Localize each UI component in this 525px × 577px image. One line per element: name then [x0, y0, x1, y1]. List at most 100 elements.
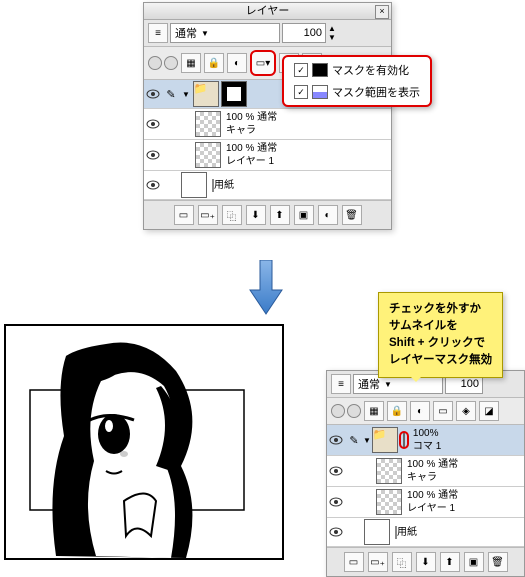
- pen-icon[interactable]: ✎: [345, 434, 363, 447]
- new-folder-icon[interactable]: ▭₊: [368, 552, 388, 572]
- ref-icon[interactable]: ◈: [456, 401, 476, 421]
- mask-menu-button[interactable]: ▭: [433, 401, 453, 421]
- name-label: レイヤー 1: [226, 155, 387, 168]
- panel-footer: ▭ ▭₊ ⿻ ⬇ ⬆ ▣ ◐ 🗑: [144, 200, 391, 229]
- mask-menu-button[interactable]: ▭▾: [250, 50, 276, 76]
- paper-thumb: [181, 172, 207, 198]
- mode-label: 100 % 通常: [226, 111, 387, 124]
- visibility-icon[interactable]: [144, 180, 162, 190]
- transfer-down-icon[interactable]: ⬇: [416, 552, 436, 572]
- layer-row-2[interactable]: 100 % 通常 レイヤー 1: [327, 487, 524, 518]
- menu-show-mask-range-label: マスク範囲を表示: [332, 84, 420, 100]
- new-layer-icon[interactable]: ▭: [344, 552, 364, 572]
- expand-icon[interactable]: ▼: [180, 90, 192, 99]
- toolbar-2: ▦ 🔒 ◐ ▭ ◈ ◪: [327, 398, 524, 425]
- mode-label: 100%: [413, 427, 520, 440]
- mode-label: 100 % 通常: [407, 489, 520, 502]
- panel-title: レイヤー: [246, 5, 290, 17]
- merge-icon[interactable]: ⬆: [440, 552, 460, 572]
- titlebar: レイヤー ×: [144, 3, 391, 20]
- lock-icon[interactable]: 🔒: [387, 401, 407, 421]
- mask-range-icon: [312, 85, 328, 99]
- trash-icon[interactable]: 🗑: [488, 552, 508, 572]
- visibility-icon[interactable]: [144, 89, 162, 99]
- mode-label: 100 % 通常: [226, 142, 387, 155]
- mask-disabled-highlight: [399, 431, 409, 449]
- blend-mode-label: 通常: [175, 25, 197, 41]
- chevron-down-icon: ▼: [201, 29, 209, 38]
- lock-icon[interactable]: 🔒: [204, 53, 224, 73]
- combine-icon[interactable]: ▣: [294, 205, 314, 225]
- menu-enable-mask[interactable]: ✓ マスクを有効化: [286, 59, 428, 81]
- expand-icon[interactable]: ▼: [363, 436, 371, 445]
- opacity-value: 100: [461, 378, 479, 390]
- mask-thumb-disabled[interactable]: [403, 433, 405, 447]
- name-label: コマ 1: [413, 440, 520, 453]
- mask-icon[interactable]: ◐: [318, 205, 338, 225]
- name-label: 用紙: [397, 527, 417, 538]
- name-label: 用紙: [214, 180, 234, 191]
- layer-row-folder[interactable]: ✎ ▼ 📁 100% コマ 1: [327, 425, 524, 456]
- visibility-icon[interactable]: [327, 466, 345, 476]
- merge-icon[interactable]: ⬆: [270, 205, 290, 225]
- mask-icon: [312, 63, 328, 77]
- color-icon[interactable]: ◪: [479, 401, 499, 421]
- pen-icon[interactable]: ✎: [162, 88, 180, 101]
- opacity-value: 100: [304, 27, 322, 39]
- flow-arrow-icon: [248, 260, 284, 316]
- new-layer-icon[interactable]: ▭: [174, 205, 194, 225]
- name-label: キャラ: [407, 471, 520, 484]
- layer-thumb: [376, 458, 402, 484]
- tooltip-note: チェックを外すか サムネイルを Shift + クリックで レイヤーマスク無効: [378, 292, 503, 378]
- panel-footer: ▭ ▭₊ ⿻ ⬇ ⬆ ▣ 🗑: [327, 547, 524, 576]
- layer-panel-top: レイヤー × ≡ 通常 ▼ 100 ▲▼ ▦ 🔒 ◐ ▭▾ ◈ ◪ ✓ マスクを…: [143, 2, 392, 230]
- combine-icon[interactable]: ▣: [464, 552, 484, 572]
- folder-thumb: 📁: [372, 427, 398, 453]
- layer-meta: 100 % 通常 キャラ: [403, 456, 524, 486]
- layer-meta: 100 % 通常 レイヤー 1: [222, 140, 391, 170]
- new-folder-icon[interactable]: ▭₊: [198, 205, 218, 225]
- layer-icon[interactable]: ▦: [181, 53, 201, 73]
- close-icon[interactable]: ×: [375, 5, 389, 19]
- layer-thumb: [376, 489, 402, 515]
- tooltip-line: Shift + クリックで: [389, 335, 492, 352]
- layer-row-2[interactable]: 100 % 通常 レイヤー 1: [144, 140, 391, 171]
- stepper-icon[interactable]: ▲▼: [328, 24, 336, 42]
- trash-icon[interactable]: 🗑: [342, 205, 362, 225]
- layer-row-1[interactable]: 100 % 通常 キャラ: [144, 109, 391, 140]
- name-label: レイヤー 1: [407, 502, 520, 515]
- layer-meta: 100 % 通常 レイヤー 1: [403, 487, 524, 517]
- duplicate-icon[interactable]: ⿻: [392, 552, 412, 572]
- mask-dropdown: ✓ マスクを有効化 ✓ マスク範囲を表示: [282, 55, 432, 107]
- indicators: [148, 56, 178, 70]
- effect-icon[interactable]: ◐: [410, 401, 430, 421]
- visibility-icon[interactable]: [144, 150, 162, 160]
- layer-meta: 100% コマ 1: [409, 425, 524, 455]
- name-label: キャラ: [226, 124, 387, 137]
- visibility-icon[interactable]: [327, 527, 345, 537]
- layer-row-paper[interactable]: 用紙: [144, 171, 391, 200]
- transfer-down-icon[interactable]: ⬇: [246, 205, 266, 225]
- layer-thumb: [195, 142, 221, 168]
- layer-row-paper[interactable]: 用紙: [327, 518, 524, 547]
- menu-icon[interactable]: ≡: [331, 374, 351, 394]
- blend-mode-label: 通常: [358, 376, 380, 392]
- opacity-field[interactable]: 100: [282, 23, 326, 43]
- effect-icon[interactable]: ◐: [227, 53, 247, 73]
- toolbar: ≡ 通常 ▼ 100 ▲▼: [144, 20, 391, 47]
- mask-thumb[interactable]: [221, 81, 247, 107]
- layer-meta: 用紙: [391, 524, 524, 541]
- layer-row-1[interactable]: 100 % 通常 キャラ: [327, 456, 524, 487]
- menu-icon[interactable]: ≡: [148, 23, 168, 43]
- visibility-icon[interactable]: [327, 497, 345, 507]
- folder-thumb: 📁: [193, 81, 219, 107]
- layer-meta: 100 % 通常 キャラ: [222, 109, 391, 139]
- tooltip-line: チェックを外すか: [389, 301, 492, 318]
- duplicate-icon[interactable]: ⿻: [222, 205, 242, 225]
- layer-icon[interactable]: ▦: [364, 401, 384, 421]
- layer-panel-bottom: ≡ 通常 ▼ 100 ▦ 🔒 ◐ ▭ ◈ ◪ ✎ ▼ 📁 100% コマ 1: [326, 370, 525, 577]
- menu-show-mask-range[interactable]: ✓ マスク範囲を表示: [286, 81, 428, 103]
- visibility-icon[interactable]: [144, 119, 162, 129]
- visibility-icon[interactable]: [327, 435, 345, 445]
- blend-mode-select[interactable]: 通常 ▼: [170, 23, 280, 43]
